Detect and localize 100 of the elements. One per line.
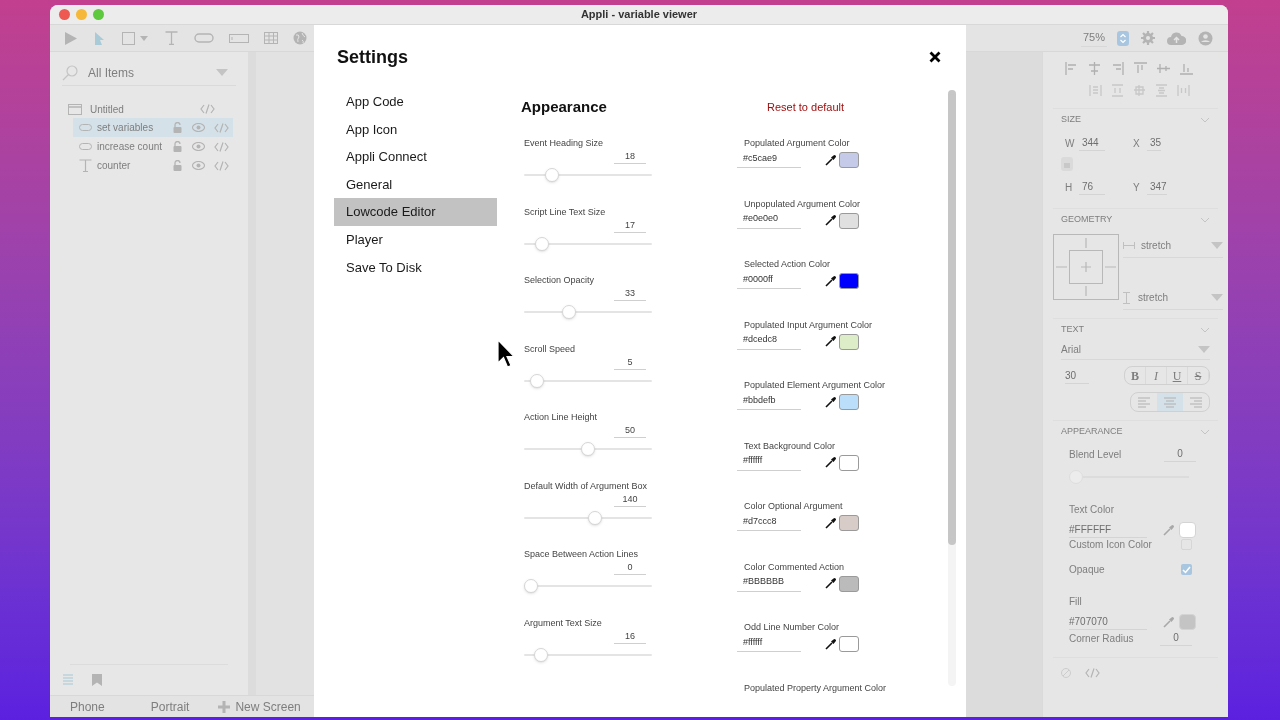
number-field[interactable]: 16 — [614, 629, 646, 644]
cloud-upload-icon[interactable] — [1167, 31, 1186, 45]
globe-icon[interactable] — [293, 31, 307, 45]
section-header[interactable]: GEOMETRY — [1061, 212, 1113, 227]
button-tool-icon[interactable] — [194, 33, 214, 43]
text-style-toggle[interactable]: U — [1167, 367, 1188, 384]
chevron-icon[interactable] — [1200, 116, 1210, 123]
zoom-level[interactable]: 75% — [1080, 29, 1107, 47]
link-lock-icon[interactable] — [1060, 156, 1074, 172]
color-swatch[interactable] — [839, 212, 859, 229]
table-icon[interactable] — [264, 32, 278, 44]
color-swatch[interactable] — [1178, 614, 1196, 630]
number-field[interactable]: 140 — [614, 492, 646, 507]
eyedropper-icon[interactable] — [825, 275, 836, 287]
number-field[interactable]: 33 — [614, 287, 646, 301]
number-field[interactable]: 0 — [1160, 630, 1192, 646]
close-window-button[interactable] — [59, 9, 70, 20]
color-swatch[interactable] — [839, 273, 859, 289]
color-field[interactable]: #BBBBBB — [737, 575, 801, 592]
slider[interactable] — [524, 168, 652, 182]
number-field[interactable]: 17 — [614, 218, 646, 233]
dropdown-caret-icon[interactable] — [216, 69, 228, 76]
minimize-window-button[interactable] — [76, 9, 87, 20]
slider[interactable] — [524, 305, 652, 319]
geometry-drawing[interactable] — [1053, 234, 1119, 300]
bookmark-icon[interactable] — [92, 674, 102, 686]
align-icon[interactable] — [1180, 61, 1193, 75]
search-input[interactable]: All Items — [88, 63, 208, 82]
slider[interactable] — [524, 442, 652, 456]
distribute-icon[interactable] — [1177, 83, 1190, 97]
color-swatch[interactable] — [1178, 522, 1196, 538]
slider-thumb[interactable] — [524, 579, 538, 593]
orientation-selector[interactable]: Portrait — [150, 697, 190, 716]
text-style-toggle[interactable]: S — [1188, 367, 1209, 384]
layer-item[interactable]: counter — [73, 156, 233, 175]
color-field[interactable]: #FFFFFF — [1069, 522, 1147, 538]
eye-icon[interactable] — [192, 142, 205, 151]
close-icon[interactable] — [929, 51, 941, 63]
text-align-toggle[interactable] — [1157, 393, 1183, 411]
align-icon[interactable] — [1111, 61, 1124, 75]
dropdown-caret-icon[interactable] — [1211, 242, 1223, 249]
number-field[interactable]: 0 — [1164, 446, 1196, 462]
section-header[interactable]: APPEARANCE — [1061, 424, 1123, 439]
slider[interactable] — [524, 236, 652, 251]
chevron-icon[interactable] — [1200, 216, 1210, 223]
text-style-control[interactable]: B I U S — [1124, 366, 1210, 385]
lock-icon[interactable] — [173, 160, 182, 171]
text-style-toggle[interactable]: B — [1125, 367, 1146, 384]
settings-nav-item[interactable]: Save To Disk — [334, 253, 497, 282]
settings-nav-item[interactable]: Player — [334, 225, 497, 254]
settings-nav-item[interactable]: General — [334, 170, 497, 199]
dropdown[interactable]: stretch — [1141, 238, 1171, 253]
slider-thumb[interactable] — [581, 442, 595, 456]
color-field[interactable]: #bbdefb — [737, 393, 801, 411]
section-header[interactable]: TEXT — [1061, 322, 1084, 337]
number-field[interactable]: 5 — [614, 355, 646, 370]
play-icon[interactable] — [64, 30, 78, 46]
eye-icon[interactable] — [192, 161, 205, 170]
rectangle-icon[interactable] — [122, 31, 135, 45]
caret-icon[interactable] — [1198, 346, 1210, 353]
dropdown-caret-icon[interactable] — [1211, 294, 1223, 301]
lock-icon[interactable] — [173, 122, 182, 133]
align-icon[interactable] — [1157, 61, 1170, 75]
device-selector[interactable]: Phone — [70, 697, 105, 716]
chevron-icon[interactable] — [1200, 428, 1210, 435]
color-field[interactable]: #0000ff — [737, 272, 801, 290]
number-field[interactable]: 35 — [1147, 135, 1162, 151]
eyedropper-icon[interactable] — [825, 336, 836, 347]
slider[interactable] — [524, 647, 652, 662]
eyedropper-icon[interactable] — [825, 457, 836, 468]
number-field[interactable]: 347 — [1147, 179, 1167, 195]
color-swatch[interactable] — [839, 454, 859, 471]
settings-nav-item[interactable]: App Code — [334, 88, 497, 116]
font-dropdown[interactable]: Arial — [1061, 340, 1210, 360]
color-field[interactable]: #dcedc8 — [737, 333, 801, 350]
text-tool-icon[interactable] — [165, 31, 178, 45]
eyedropper-icon[interactable] — [825, 517, 836, 529]
slider-thumb[interactable] — [561, 305, 576, 319]
number-field[interactable]: 30 — [1065, 368, 1089, 384]
text-align-control[interactable] — [1130, 392, 1210, 412]
scrollbar-thumb[interactable] — [948, 90, 956, 545]
eyedropper-icon[interactable] — [825, 154, 836, 166]
slider-thumb[interactable] — [587, 510, 602, 525]
color-swatch[interactable] — [839, 152, 859, 168]
text-style-toggle[interactable]: I — [1146, 367, 1167, 384]
slider[interactable] — [524, 510, 652, 525]
color-field[interactable]: #707070 — [1069, 614, 1147, 630]
search-field[interactable]: All Items — [62, 60, 236, 86]
field-tool-icon[interactable] — [229, 33, 249, 43]
new-screen-button[interactable]: New Screen — [218, 697, 301, 716]
color-field[interactable]: #d7ccc8 — [737, 514, 801, 532]
slider-thumb[interactable] — [534, 647, 549, 662]
code-icon[interactable] — [214, 141, 229, 152]
settings-nav-item[interactable]: Lowcode Editor — [334, 198, 497, 226]
color-field[interactable]: #ffffff — [737, 454, 801, 471]
zoom-window-button[interactable] — [93, 9, 104, 20]
code-icon[interactable] — [214, 160, 229, 171]
distribute-icon[interactable] — [1133, 83, 1146, 97]
eyedropper-icon[interactable] — [825, 638, 836, 650]
color-field[interactable]: #e0e0e0 — [737, 212, 801, 229]
